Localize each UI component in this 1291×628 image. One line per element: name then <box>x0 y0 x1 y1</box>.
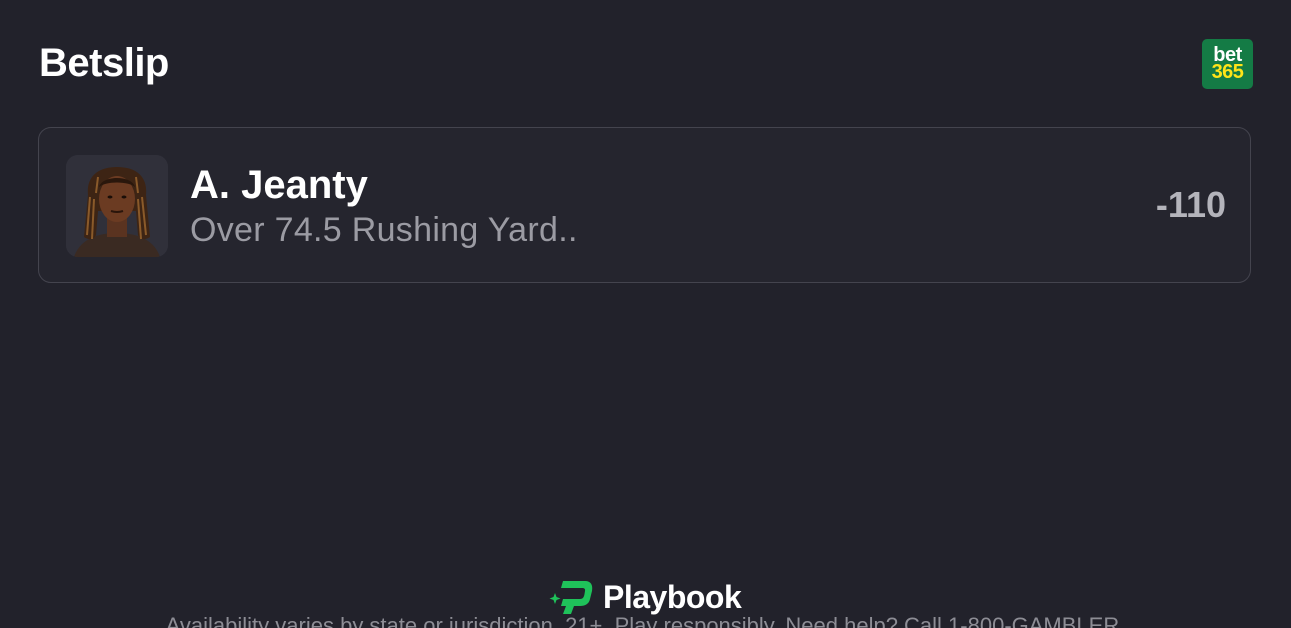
player-headshot-icon <box>66 155 168 257</box>
player-avatar <box>66 155 168 257</box>
player-name: A. Jeanty <box>190 163 368 207</box>
bet-odds: -110 <box>1155 184 1226 225</box>
bet-description: Over 74.5 Rushing Yard.. <box>190 211 578 249</box>
playbook-brand-name: Playbook <box>603 578 742 615</box>
logo-line-365: 365 <box>1211 61 1244 83</box>
playbook-brand: Playbook <box>549 578 742 616</box>
betslip-page: Betslip bet 365 A. Jeanty Over 74.5 Rush… <box>0 0 1291 628</box>
page-title: Betslip <box>39 41 169 85</box>
bet-selection-card[interactable]: A. Jeanty Over 74.5 Rushing Yard.. -110 <box>38 127 1251 283</box>
responsible-gaming-disclaimer: Availability varies by state or jurisdic… <box>165 613 1126 628</box>
playbook-logo-icon <box>549 581 593 614</box>
bet365-logo: bet 365 <box>1202 39 1253 89</box>
